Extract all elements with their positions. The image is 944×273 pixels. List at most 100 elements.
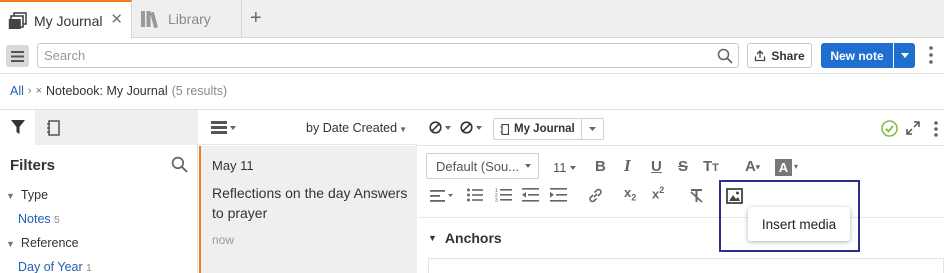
insert-media-tooltip: Insert media — [748, 207, 850, 241]
sort-select[interactable]: by Date Created ▼ — [306, 121, 407, 135]
notebook-select[interactable]: My Journal — [493, 118, 604, 140]
bold-icon[interactable]: B — [595, 158, 606, 175]
search-input[interactable] — [38, 44, 708, 67]
align-icon[interactable] — [430, 190, 454, 202]
new-tab-icon[interactable]: + — [250, 8, 262, 28]
more-options-icon[interactable] — [934, 121, 938, 137]
divider — [418, 217, 944, 218]
more-options-icon[interactable] — [929, 46, 933, 64]
filter-item-count: 1 — [86, 263, 92, 273]
share-label: Share — [771, 48, 805, 63]
list-view-icon — [211, 121, 227, 134]
close-icon[interactable]: ✕ — [110, 12, 123, 27]
chevron-down-icon — [581, 119, 603, 139]
chevron-down-icon: ▼ — [399, 125, 407, 134]
subscript-icon[interactable]: x2 — [624, 185, 636, 203]
breadcrumb-all[interactable]: All — [10, 84, 24, 98]
tab-bar: My Journal ✕ Library + — [0, 0, 944, 39]
filter-item-count: 5 — [54, 215, 60, 226]
superscript-icon[interactable]: x2 — [652, 185, 664, 201]
share-button[interactable]: Share — [747, 43, 812, 68]
filter-icon — [10, 120, 25, 134]
hamburger-icon — [11, 50, 24, 62]
font-size-select[interactable]: 11 — [553, 160, 576, 175]
tab-library[interactable]: Library — [132, 0, 242, 38]
chevron-down-icon: ▾ — [794, 162, 799, 171]
menu-button[interactable] — [6, 45, 29, 67]
outdent-icon[interactable] — [522, 188, 539, 202]
tab-notebooks[interactable] — [35, 110, 70, 145]
no-status-icon — [460, 121, 473, 134]
filter-group-reference[interactable]: ▼ Reference — [6, 236, 79, 250]
search-icon[interactable] — [717, 48, 733, 64]
filters-panel: Filters ▼ Type Notes 5 ▼ Reference Day of … — [0, 110, 198, 273]
tab-label: My Journal — [34, 12, 103, 29]
view-mode-button[interactable] — [211, 121, 236, 134]
indent-icon[interactable] — [550, 188, 567, 202]
numbered-list-icon[interactable]: 123 — [495, 187, 512, 202]
status-select[interactable] — [429, 121, 451, 134]
filter-group-label: Type — [20, 188, 49, 202]
saved-check-icon — [881, 120, 898, 137]
priority-select[interactable] — [460, 121, 482, 134]
tab-label: Library — [168, 11, 211, 27]
list-item[interactable]: May 11 Reflections on the day Answers to… — [199, 146, 417, 273]
sort-label: by Date Created — [306, 121, 398, 135]
highlight-color-icon[interactable]: A — [775, 159, 792, 176]
tab-my-journal[interactable]: My Journal ✕ — [0, 0, 132, 39]
chevron-down-icon — [445, 125, 451, 130]
notes-list-panel: by Date Created ▼ May 11 Reflections on t… — [199, 110, 417, 273]
strikethrough-icon[interactable]: S — [678, 158, 688, 175]
font-size-value: 11 — [553, 160, 567, 175]
share-icon — [755, 49, 766, 61]
breadcrumb: All › × Notebook: My Journal (5 results) — [10, 84, 227, 98]
font-color-icon[interactable]: A▾ — [745, 158, 760, 175]
note-date: May 11 — [212, 158, 254, 173]
note-timestamp: now — [212, 233, 235, 247]
journal-stack-icon — [8, 11, 28, 30]
notebook-icon — [500, 123, 509, 135]
filter-item-notes[interactable]: Notes 5 — [18, 212, 60, 226]
font-family-select[interactable]: Default (Sou... — [426, 153, 539, 179]
editor-header: My Journal — [418, 110, 944, 146]
tab-strip-background — [70, 110, 198, 145]
italic-icon[interactable]: I — [624, 156, 631, 176]
no-status-icon — [429, 121, 442, 134]
caret-down-icon: ▼ — [6, 239, 15, 249]
note-title: Reflections on the day Answers to prayer — [212, 185, 408, 221]
library-books-icon — [140, 10, 162, 28]
filter-group-label: Reference — [20, 236, 79, 250]
notebook-name: My Journal — [514, 123, 575, 135]
chevron-down-icon — [476, 125, 482, 130]
underline-icon[interactable]: U — [651, 158, 662, 175]
notebook-icon — [46, 119, 60, 136]
search-icon[interactable] — [171, 156, 188, 173]
search-box — [37, 43, 739, 68]
chevron-down-icon — [525, 164, 531, 168]
anchors-label: Anchors — [444, 230, 502, 246]
filters-title: Filters — [10, 157, 56, 174]
chevron-down-icon — [900, 53, 909, 58]
result-count: (5 results) — [171, 84, 228, 98]
link-icon[interactable] — [588, 188, 603, 203]
filter-item-day-of-year[interactable]: Day of Year 1 — [18, 260, 92, 273]
text-size-icon[interactable]: TT — [703, 158, 719, 175]
caret-down-icon: ▼ — [428, 233, 437, 243]
filter-item-label: Notes — [18, 212, 51, 226]
chevron-down-icon — [569, 165, 576, 170]
new-note-label: New note — [830, 48, 884, 63]
caret-down-icon: ▼ — [6, 191, 15, 201]
anchors-section-toggle[interactable]: ▼ Anchors — [428, 230, 502, 246]
tab-filters[interactable] — [0, 110, 35, 145]
note-content-area[interactable] — [428, 258, 944, 273]
note-editor: My Journal Default (Sou... 11 B I U S TT… — [418, 110, 944, 273]
expand-icon[interactable] — [906, 121, 920, 135]
bulleted-list-icon[interactable] — [467, 188, 483, 202]
clear-format-icon[interactable] — [689, 189, 705, 203]
new-note-dropdown[interactable] — [894, 43, 915, 68]
font-name: Default (Sou... — [436, 158, 520, 174]
breadcrumb-filter: Notebook: My Journal — [46, 84, 168, 98]
new-note-button[interactable]: New note — [821, 43, 893, 68]
remove-filter-icon[interactable]: × — [36, 85, 42, 97]
filter-group-type[interactable]: ▼ Type — [6, 188, 48, 202]
